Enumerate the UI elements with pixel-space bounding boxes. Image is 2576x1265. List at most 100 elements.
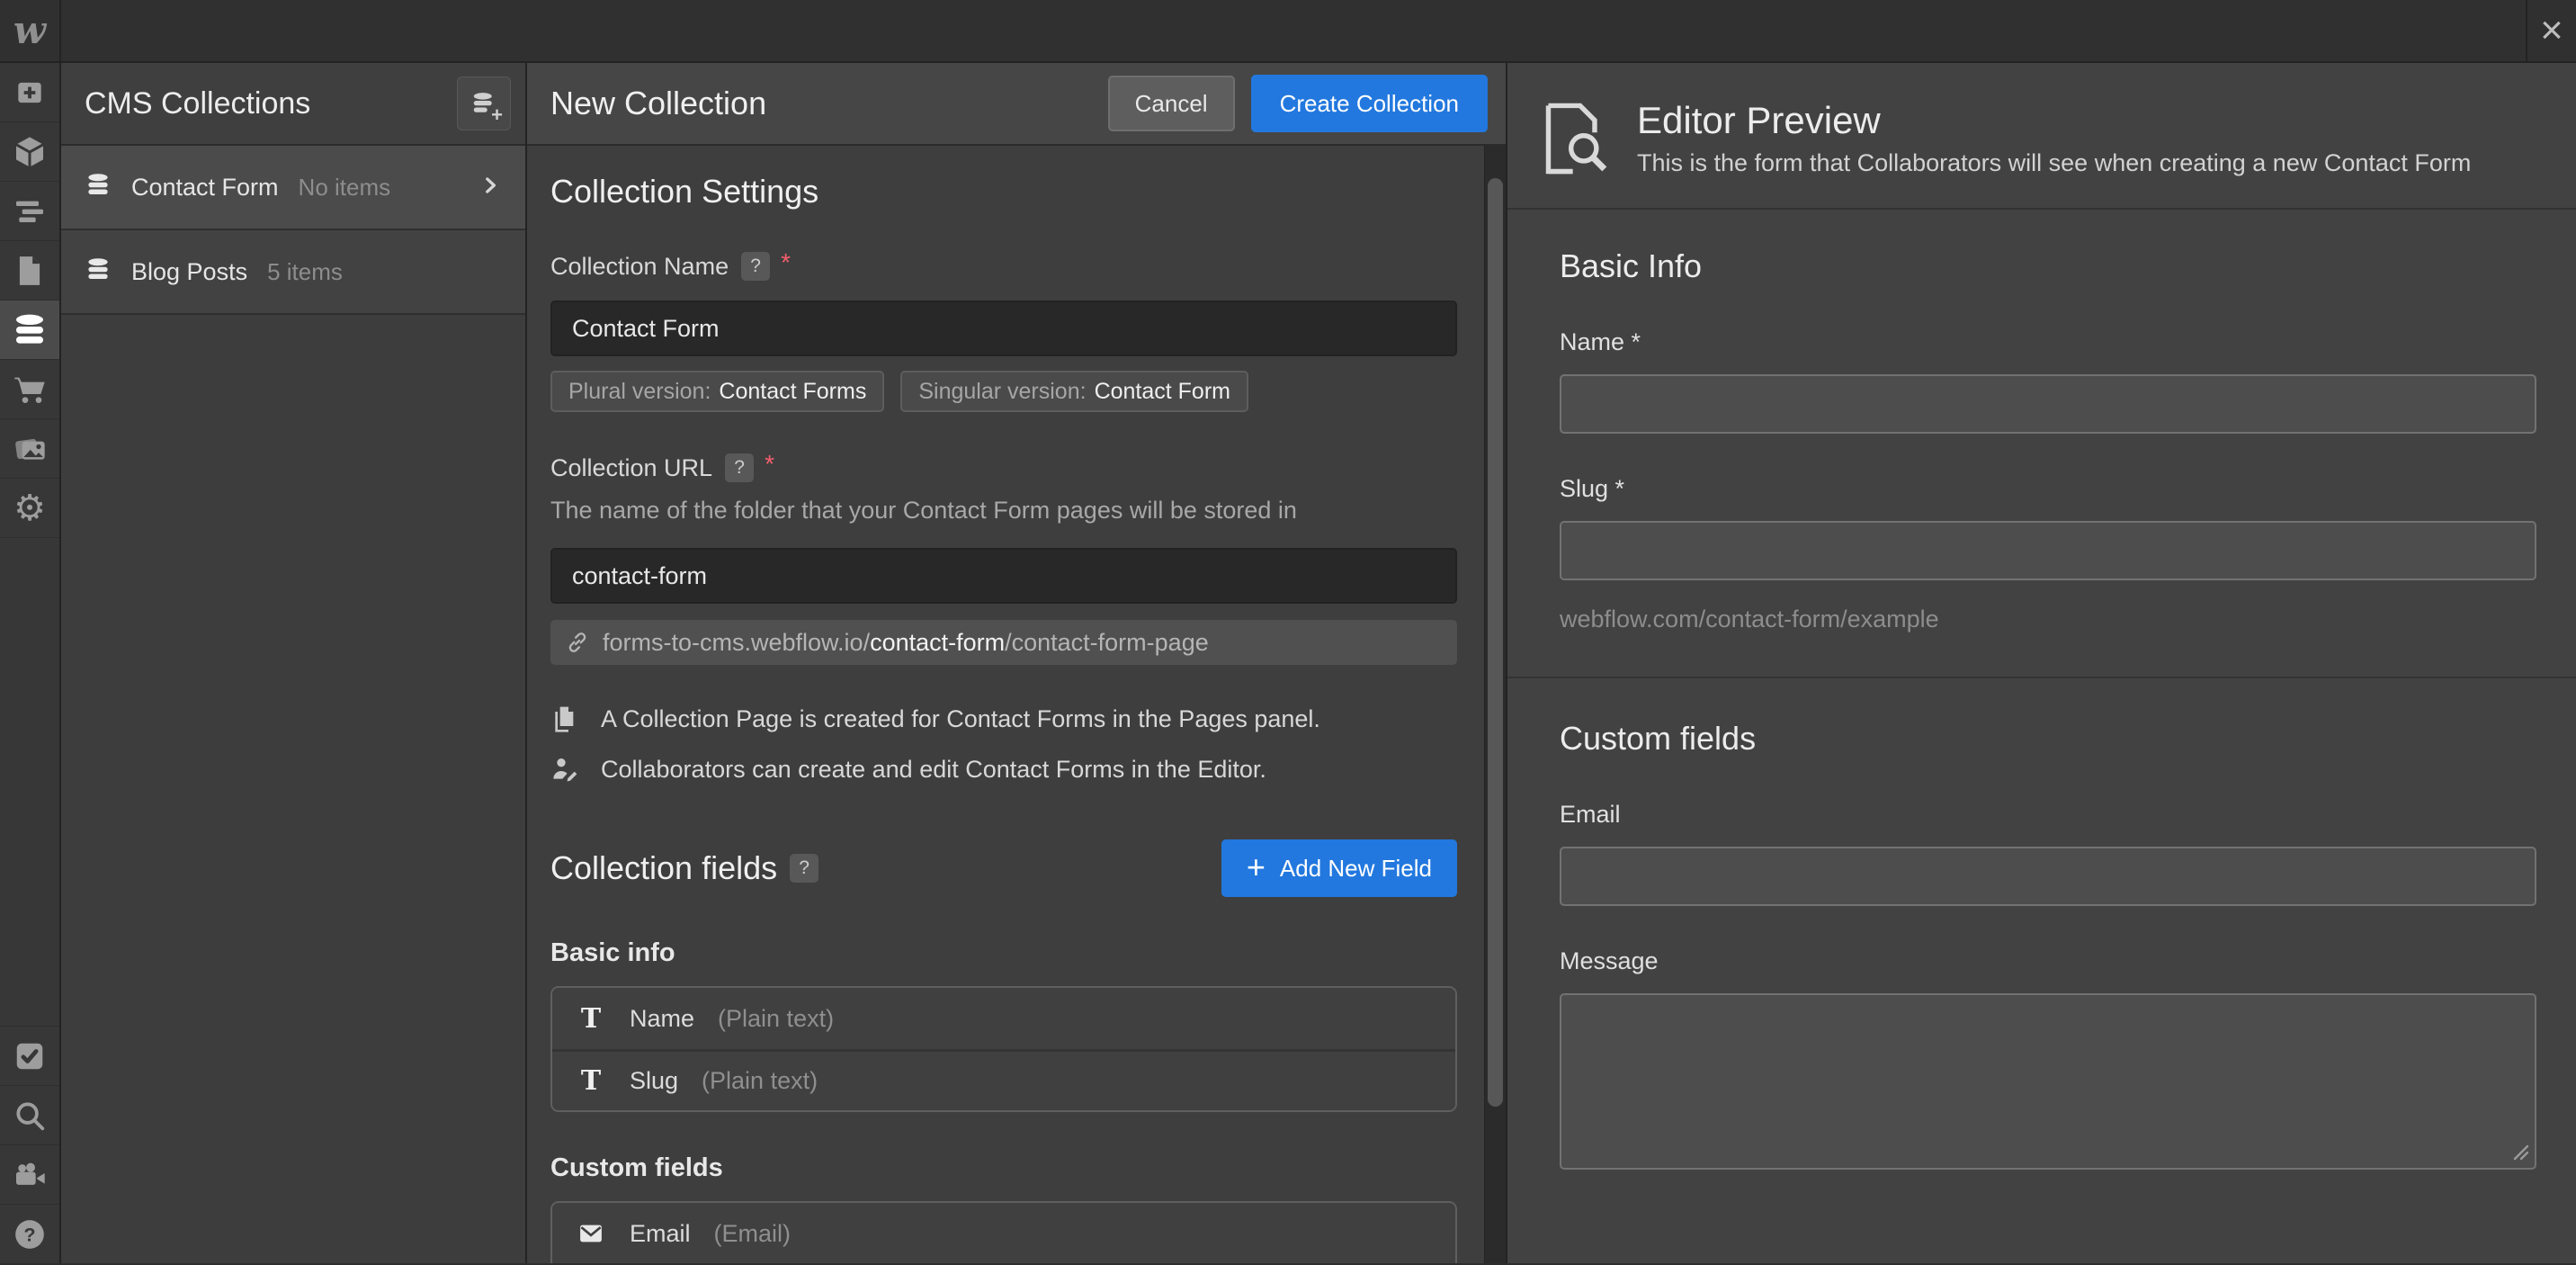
collection-url-description: The name of the folder that your Contact… [550, 497, 1457, 525]
new-collection-panel: New Collection Cancel Create Collection … [527, 63, 1507, 1263]
top-bar-spacer [61, 0, 2526, 61]
new-collection-header: New Collection Cancel Create Collection [527, 63, 1506, 146]
toolbar-item-settings[interactable]: ⚙ [0, 479, 59, 538]
left-toolbar: ⚙ ? [0, 63, 61, 1263]
field-name: Email [630, 1220, 691, 1248]
top-bar: w × [0, 0, 2576, 63]
search-icon [13, 1099, 47, 1133]
cancel-button[interactable]: Cancel [1108, 76, 1235, 131]
plain-text-field-icon: T [576, 1065, 606, 1097]
field-row-email[interactable]: Email (Email) [552, 1203, 1455, 1263]
field-name: Name [630, 1005, 694, 1033]
link-icon [565, 630, 590, 655]
help-tooltip-icon[interactable]: ? [725, 453, 754, 482]
webflow-designer-window: w × [0, 0, 2576, 1265]
spacer [1560, 434, 2536, 475]
singular-version-chip: Singular version: Contact Form [900, 371, 1248, 412]
audit-icon [13, 1039, 47, 1073]
url-preview-suffix: /contact-form-page [1005, 629, 1209, 656]
assets-icon [12, 431, 48, 467]
add-new-field-button[interactable]: + Add New Field [1221, 839, 1457, 897]
cms-collections-panel: CMS Collections + Contact Form No items [61, 63, 527, 1263]
webflow-logo-icon: w [13, 12, 46, 49]
field-name: Slug [630, 1067, 678, 1095]
custom-fields-group-label: Custom fields [550, 1153, 1457, 1183]
svg-text:?: ? [23, 1223, 35, 1245]
editor-preview-body: Basic Info Name * Slug * webflow.com/con… [1507, 210, 2576, 1170]
collection-name: Blog Posts [131, 258, 247, 286]
basic-fields-list: T Name (Plain text) T Slug (Plain text) [550, 986, 1457, 1112]
preview-basic-info-heading: Basic Info [1560, 247, 2536, 285]
preview-custom-fields-heading: Custom fields [1560, 720, 2536, 758]
webflow-logo-button[interactable]: w [0, 0, 61, 61]
singular-version-value: Contact Form [1095, 379, 1230, 405]
custom-fields-list: Email (Email) T Message (Plain text) + A… [550, 1201, 1457, 1263]
collection-settings-form: Collection Settings Collection Name ? * … [527, 146, 1484, 1263]
collection-fields-heading: Collection fields ? [550, 849, 1221, 887]
collection-list-item-contact-form[interactable]: Contact Form No items [61, 146, 525, 230]
spacer [1560, 906, 2536, 947]
close-icon: × [2540, 11, 2563, 50]
url-preview-prefix: forms-to-cms.webflow.io/ [603, 629, 870, 656]
cms-panel-header: CMS Collections + [61, 63, 525, 146]
note-text: Collaborators can create and edit Contac… [601, 756, 1266, 784]
note-text: A Collection Page is created for Contact… [601, 705, 1320, 733]
field-row-slug[interactable]: T Slug (Plain text) [552, 1049, 1455, 1110]
basic-info-group-label: Basic info [550, 938, 1457, 968]
collaborator-edit-icon [550, 755, 579, 784]
collection-settings-heading: Collection Settings [550, 173, 1457, 211]
cms-icon [12, 312, 48, 348]
url-preview-text: forms-to-cms.webflow.io/contact-form/con… [603, 629, 1209, 657]
collection-name-input[interactable] [550, 301, 1457, 356]
close-panel-button[interactable]: × [2526, 0, 2576, 61]
toolbar-item-search[interactable] [0, 1085, 59, 1144]
chevron-right-icon [479, 174, 502, 202]
toolbar-item-navigator[interactable] [0, 182, 59, 241]
editor-preview-icon [1543, 101, 1612, 176]
collection-name-label: Collection Name [550, 253, 729, 281]
preview-name-input[interactable] [1560, 374, 2536, 434]
collection-icon [85, 172, 112, 203]
toolbar-item-video-tutorials[interactable] [0, 1144, 59, 1204]
help-tooltip-icon[interactable]: ? [741, 252, 770, 281]
editor-preview-header: Editor Preview This is the form that Col… [1507, 63, 2576, 210]
toolbar-item-audit[interactable] [0, 1026, 59, 1085]
collection-name: Contact Form [131, 174, 279, 202]
collection-fields-heading-text: Collection fields [550, 849, 777, 887]
collection-fields-header-row: Collection fields ? + Add New Field [550, 839, 1457, 897]
preview-email-input[interactable] [1560, 847, 2536, 906]
toolbar-item-pages[interactable] [0, 241, 59, 301]
collection-url-label-row: Collection URL ? * [550, 453, 1457, 482]
help-tooltip-icon[interactable]: ? [790, 854, 818, 883]
preview-name-label: Name * [1560, 328, 2536, 356]
editor-scrollbar-thumb[interactable] [1488, 178, 1503, 1107]
collection-list-item-blog-posts[interactable]: Blog Posts 5 items [61, 230, 525, 315]
plural-version-value: Contact Forms [719, 379, 866, 405]
editor-scrollbar-track[interactable] [1484, 146, 1506, 1263]
pages-panel-icon [550, 704, 579, 733]
toolbar-item-components[interactable] [0, 122, 59, 182]
help-icon: ? [12, 1216, 48, 1252]
create-collection-button[interactable]: Create Collection [1251, 75, 1488, 132]
editor-preview-title: Editor Preview [1637, 99, 2471, 142]
version-chips-row: Plural version: Contact Forms Singular v… [550, 371, 1457, 412]
required-asterisk: * [781, 248, 791, 277]
toolbar-item-add-elements[interactable] [0, 63, 59, 122]
collection-url-input[interactable] [550, 548, 1457, 604]
toolbar-item-assets[interactable] [0, 419, 59, 479]
preview-message-field-wrap [1560, 993, 2536, 1170]
toolbar-item-ecommerce[interactable] [0, 360, 59, 419]
preview-slug-input[interactable] [1560, 521, 2536, 580]
collection-url-label: Collection URL [550, 454, 712, 482]
preview-message-textarea[interactable] [1560, 993, 2536, 1170]
toolbar-item-cms[interactable] [0, 301, 59, 360]
url-preview-slug: contact-form [870, 629, 1005, 656]
cms-panel-empty-area [61, 315, 525, 1263]
navigator-icon [12, 193, 48, 229]
editor-body-wrap: Collection Settings Collection Name ? * … [527, 146, 1506, 1263]
components-icon [12, 134, 48, 170]
new-collection-button[interactable]: + [457, 76, 511, 130]
field-row-name[interactable]: T Name (Plain text) [552, 988, 1455, 1049]
field-type: (Email) [714, 1220, 792, 1248]
toolbar-item-help[interactable]: ? [0, 1204, 59, 1263]
